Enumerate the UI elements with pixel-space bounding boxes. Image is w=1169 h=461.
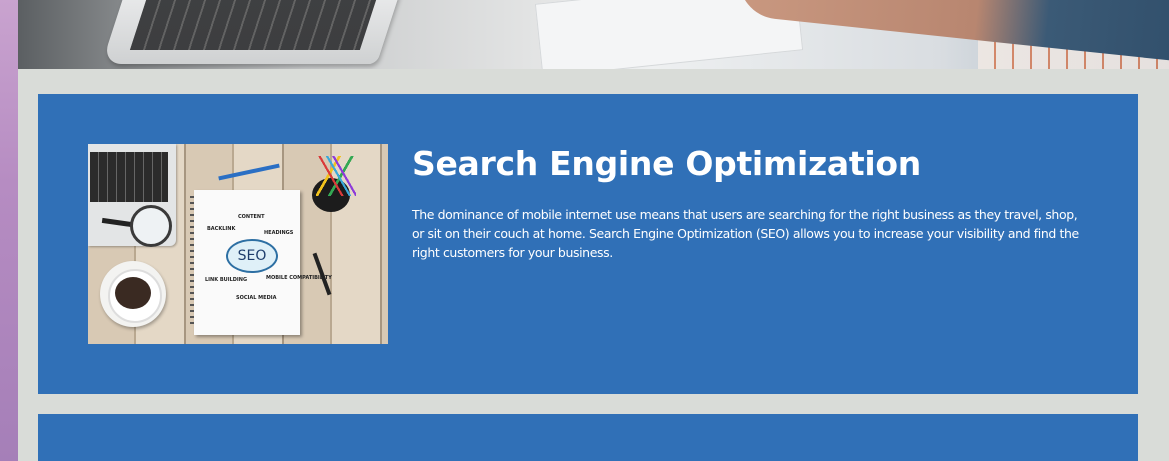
image-word-link-building: LINK BUILDING bbox=[205, 277, 248, 283]
keyboard-illustration bbox=[90, 152, 168, 202]
hero-banner-image bbox=[18, 0, 1169, 69]
keyboard-shape bbox=[129, 0, 377, 50]
seo-service-card: CONTENT BACKLINK HEADINGS SEO LINK BUILD… bbox=[38, 94, 1138, 394]
pencils bbox=[316, 156, 356, 196]
black-pen bbox=[312, 252, 332, 296]
next-service-card bbox=[38, 414, 1138, 461]
blue-pen bbox=[218, 163, 280, 181]
section-title: Search Engine Optimization bbox=[412, 144, 921, 183]
left-background-strip bbox=[0, 0, 18, 461]
image-word-content: CONTENT bbox=[238, 214, 265, 220]
seo-cloud-icon: SEO bbox=[226, 239, 278, 273]
coffee-icon bbox=[115, 277, 151, 309]
image-word-social: SOCIAL MEDIA bbox=[236, 295, 277, 301]
image-word-backlink: BACKLINK bbox=[207, 226, 236, 232]
image-word-headings: HEADINGS bbox=[264, 230, 294, 236]
seo-illustration-image: CONTENT BACKLINK HEADINGS SEO LINK BUILD… bbox=[88, 144, 388, 344]
section-description: The dominance of mobile internet use mea… bbox=[412, 207, 1079, 260]
magnifier-icon bbox=[130, 205, 172, 247]
